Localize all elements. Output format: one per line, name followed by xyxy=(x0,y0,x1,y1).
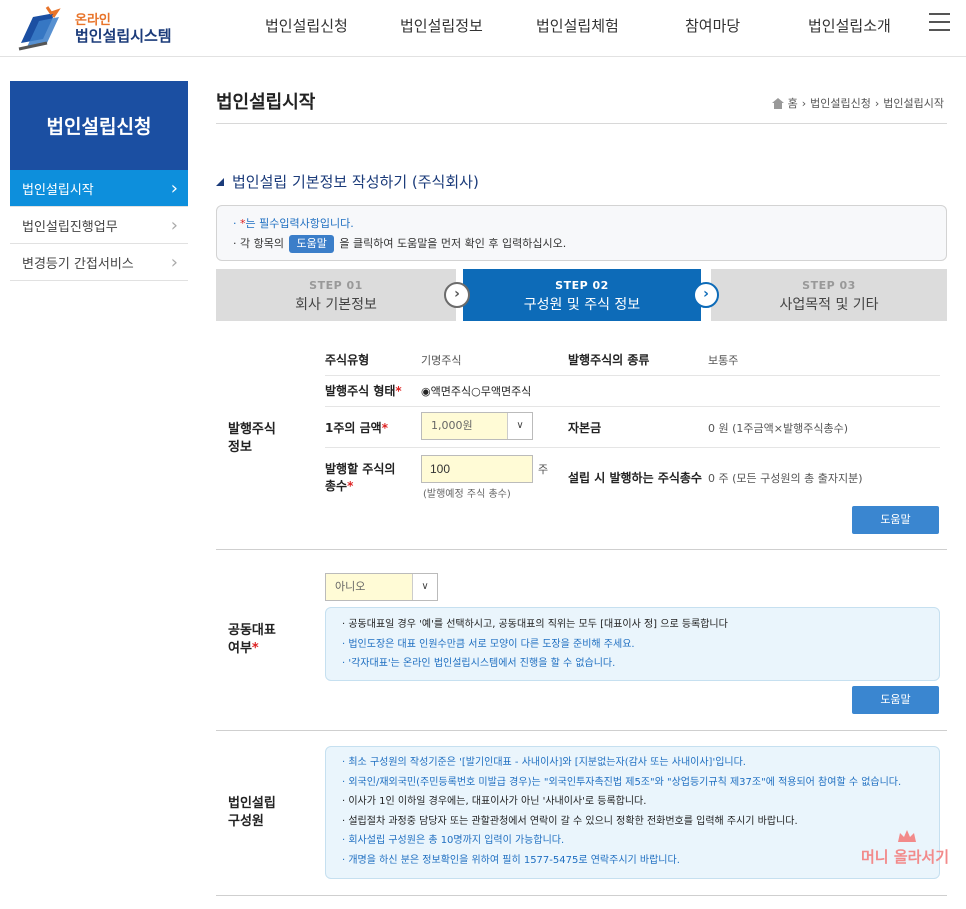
chevron-right-icon: › xyxy=(170,178,178,199)
joint-rep-help-button[interactable]: 도움말 xyxy=(852,686,939,714)
stock-kind-label: 발행주식의 종류 xyxy=(568,353,650,367)
required-mark: * xyxy=(347,479,354,493)
info-line: · '각자대표'는 온라인 법인설립시스템에서 진행을 할 수 없습니다. xyxy=(342,658,616,669)
step-2: STEP 02 구성원 및 주식 정보 xyxy=(463,269,701,321)
chevron-right-icon: › xyxy=(444,282,470,308)
sidebar-item-progress[interactable]: 법인설립진행업무 › xyxy=(10,207,188,244)
step-indicator: STEP 01 회사 기본정보 STEP 02 구성원 및 주식 정보 STEP… xyxy=(216,269,947,321)
sidebar-item-start[interactable]: 법인설립시작 › xyxy=(10,170,188,207)
nav-item-community[interactable]: 참여마당 xyxy=(685,15,740,36)
capital-value: 0 원 (1주금액×발행주식총수) xyxy=(708,422,848,435)
share-count-label: 발행할 주식의 총수* xyxy=(325,462,396,493)
chevron-down-icon: ∨ xyxy=(507,413,532,439)
share-count-unit: 주 xyxy=(538,463,549,476)
total-shares-label: 설립 시 발행하는 주식총수 xyxy=(568,471,702,485)
divider xyxy=(216,123,947,124)
nav-item-about[interactable]: 법인설립소개 xyxy=(808,15,891,36)
step-1: STEP 01 회사 기본정보 xyxy=(216,269,456,321)
stock-kind-value: 보통주 xyxy=(708,354,739,367)
total-shares-value: 0 주 (모든 구성원의 총 출자지분) xyxy=(708,472,863,485)
sidebar-title: 법인설립신청 xyxy=(10,81,188,170)
breadcrumb-home[interactable]: 홈 xyxy=(788,95,798,111)
page-title: 법인설립시작 xyxy=(216,92,316,113)
nav-item-info[interactable]: 법인설립정보 xyxy=(400,15,483,36)
chevron-right-icon: › xyxy=(170,215,178,236)
sidebar-item-label: 법인설립시작 xyxy=(22,182,94,198)
chevron-right-icon: › xyxy=(693,282,719,308)
section-title: 법인설립 기본정보 작성하기 (주식회사) xyxy=(216,171,479,192)
capital-label: 자본금 xyxy=(568,421,602,435)
stock-type-label: 주식유형 xyxy=(325,353,370,367)
share-count-hint: (발행예정 주식 총수) xyxy=(423,489,511,500)
info-line: · 이사가 1인 이하일 경우에는, 대표이사가 아닌 '사내이사'로 등록합니… xyxy=(342,796,647,807)
sidebar-item-change-registration[interactable]: 변경등기 간접서비스 › xyxy=(10,244,188,281)
header: 온라인 법인설립시스템 법인설립신청 법인설립정보 법인설립체험 참여마당 법인… xyxy=(0,0,966,57)
radio-selected-icon[interactable]: ◉ xyxy=(421,385,431,398)
chevron-down-icon: ∨ xyxy=(412,574,437,600)
chevron-right-icon: › xyxy=(170,252,178,273)
divider xyxy=(325,375,940,376)
watermark: 머니 올라서기 xyxy=(861,848,950,866)
info-line: · 법인도장은 대표 인원수만큼 서로 모양이 다른 도장을 준비해 주세요. xyxy=(342,638,635,650)
chevron-right-icon: › xyxy=(801,96,807,110)
crown-icon xyxy=(898,830,916,842)
stock-form-radio-group: ◉액면주식○무액면주식 xyxy=(421,385,532,398)
joint-rep-info-box: · 공동대표일 경우 '예'를 선택하시고, 공동대표의 직위는 모두 [대표이… xyxy=(325,607,940,681)
breadcrumb: 홈 › 법인설립신청 › 법인설립시작 xyxy=(771,95,944,111)
nav-item-experience[interactable]: 법인설립체험 xyxy=(536,15,619,36)
hamburger-menu-icon[interactable] xyxy=(929,13,950,32)
help-badge: 도움말 xyxy=(289,235,334,253)
logo[interactable]: 온라인 법인설립시스템 xyxy=(17,3,177,51)
info-line: · 개명을 하신 분은 정보확인을 위하여 필히 1577-5475로 연락주시… xyxy=(342,854,680,866)
price-label: 1주의 금액* xyxy=(325,421,388,435)
stock-type-value: 기명주식 xyxy=(421,354,462,367)
stock-section-heading: 발행주식 정보 xyxy=(228,422,276,455)
sidebar-item-label: 변경등기 간접서비스 xyxy=(22,256,134,272)
step-3: STEP 03 사업목적 및 기타 xyxy=(711,269,947,321)
notice-box: · *는 필수입력사항입니다. · 각 항목의 도움말 을 클릭하여 도움말을 … xyxy=(216,205,947,261)
joint-rep-heading: 공동대표 여부* xyxy=(228,623,276,656)
divider xyxy=(216,549,947,550)
bullet-icon xyxy=(216,177,224,186)
stock-form-label: 발행주식 형태* xyxy=(325,384,402,398)
info-line: · 공동대표일 경우 '예'를 선택하시고, 공동대표의 직위는 모두 [대표이… xyxy=(342,619,728,630)
radio-icon[interactable]: ○ xyxy=(471,385,481,398)
logo-title: 법인설립시스템 xyxy=(75,27,172,45)
sidebar-item-label: 법인설립진행업무 xyxy=(22,219,118,235)
members-info-box: · 최소 구성원의 작성기준은 '[발기인대표 - 사내이사]와 [지분없는자(… xyxy=(325,746,940,879)
sidebar: 법인설립신청 법인설립시작 › 법인설립진행업무 › 변경등기 간접서비스 › xyxy=(10,81,188,281)
notice-required: · *는 필수입력사항입니다. xyxy=(233,217,354,230)
joint-rep-select[interactable]: 아니오 ∨ xyxy=(325,573,438,601)
section-title-text: 법인설립 기본정보 작성하기 (주식회사) xyxy=(232,173,479,191)
members-heading: 법인설립 구성원 xyxy=(228,796,276,829)
stock-help-button[interactable]: 도움말 xyxy=(852,506,939,534)
share-count-input[interactable] xyxy=(421,455,533,483)
breadcrumb-apply[interactable]: 법인설립신청 xyxy=(810,95,871,111)
nav-item-apply[interactable]: 법인설립신청 xyxy=(265,15,348,36)
home-icon xyxy=(771,97,784,109)
divider xyxy=(216,895,947,896)
price-select[interactable]: 1,000원 ∨ xyxy=(421,412,533,440)
required-mark: * xyxy=(395,384,402,398)
required-mark: * xyxy=(251,641,259,656)
divider xyxy=(325,447,940,448)
logo-mark-icon xyxy=(18,6,61,51)
divider xyxy=(216,730,947,731)
info-line: · 설립절차 과정중 담당자 또는 관할관청에서 연락이 갈 수 있으니 정확한… xyxy=(342,815,798,827)
info-line: · 최소 구성원의 작성기준은 '[발기인대표 - 사내이사]와 [지분없는자(… xyxy=(342,757,746,768)
chevron-right-icon: › xyxy=(874,96,880,110)
info-line: · 회사설립 구성원은 총 10명까지 입력이 가능합니다. xyxy=(342,835,565,846)
breadcrumb-current: 법인설립시작 xyxy=(883,97,944,110)
required-mark: * xyxy=(381,421,388,435)
notice-help: · 각 항목의 도움말 을 클릭하여 도움말을 먼저 확인 후 입력하십시오. xyxy=(233,234,930,254)
divider xyxy=(325,406,940,407)
info-line: · 외국인/재외국민(주민등록번호 미발급 경우)는 "외국인투자촉진법 제5조… xyxy=(342,776,902,788)
